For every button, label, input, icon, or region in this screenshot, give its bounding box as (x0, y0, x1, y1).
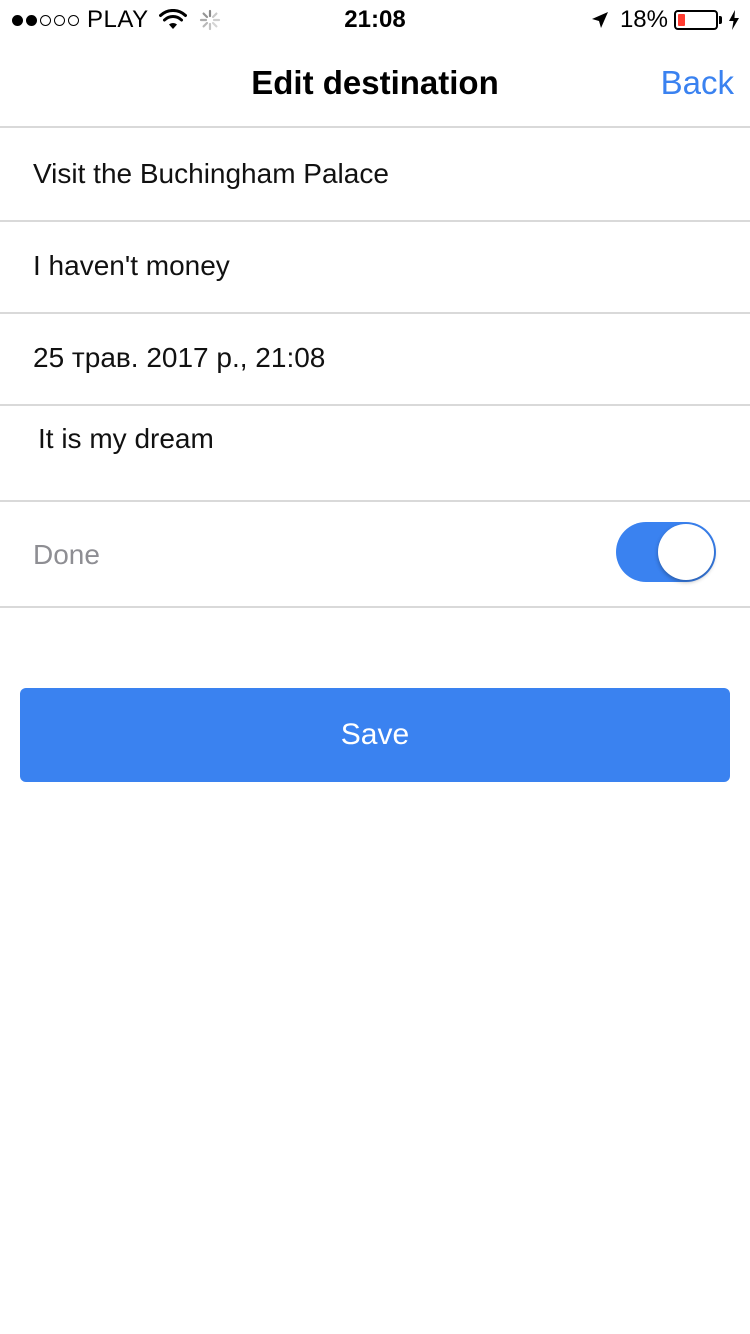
description-field[interactable]: It is my dream (0, 406, 750, 502)
status-right: 18% (590, 6, 740, 34)
battery-icon (674, 10, 718, 30)
location-arrow-icon (591, 12, 608, 28)
page-title: Edit destination (251, 64, 499, 101)
battery-level-fill (678, 14, 685, 26)
charging-bolt-icon (729, 10, 739, 30)
destination-title-field[interactable]: Visit the Buchingham Palace (0, 128, 750, 222)
battery-cap (719, 16, 722, 24)
note-value: I haven't money (33, 250, 230, 281)
date-value: 25 трав. 2017 р., 21:08 (33, 342, 326, 373)
destination-title-value: Visit the Buchingham Palace (33, 158, 389, 189)
navigation-bar: Edit destination Back (0, 40, 750, 128)
note-field[interactable]: I haven't money (0, 222, 750, 314)
done-row: Done (0, 502, 750, 608)
done-toggle[interactable] (616, 522, 716, 582)
description-value: It is my dream (38, 423, 214, 454)
save-button[interactable]: Save (20, 688, 730, 782)
date-field[interactable]: 25 трав. 2017 р., 21:08 (0, 314, 750, 406)
battery-percent: 18% (619, 6, 668, 33)
status-bar: PLAY 21:08 18% (0, 0, 750, 40)
toggle-knob (658, 524, 714, 580)
done-label: Done (33, 539, 100, 570)
back-button[interactable]: Back (661, 64, 734, 102)
